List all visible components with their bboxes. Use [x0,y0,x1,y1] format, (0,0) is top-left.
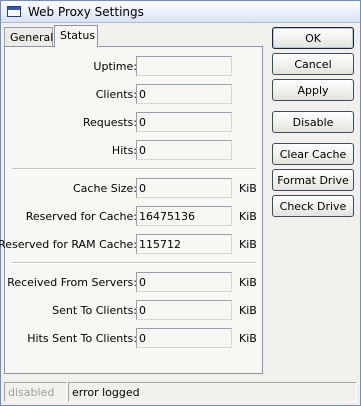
status-state: disabled [4,382,67,402]
hits-field[interactable]: 0 [136,140,232,160]
separator [12,168,256,170]
hits-sent-to-clients-unit: KiB [239,332,257,345]
hits-sent-to-clients-field[interactable]: 0 [136,328,232,348]
requests-field[interactable]: 0 [136,112,232,132]
received-from-servers-field[interactable]: 0 [136,272,232,292]
hits-label: Hits: [111,144,137,157]
uptime-row: Uptime: [5,56,264,76]
requests-label: Requests: [82,116,137,129]
tab-status[interactable]: Status [54,25,98,47]
sent-to-clients-row: Sent To Clients: 0 KiB [5,300,264,320]
tab-general[interactable]: General [4,27,53,46]
cache-size-row: Cache Size: 0 KiB [5,178,264,198]
sent-to-clients-unit: KiB [239,304,257,317]
separator [12,262,256,264]
received-from-servers-row: Received From Servers: 0 KiB [5,272,264,292]
title-bar[interactable]: Web Proxy Settings [1,1,360,23]
cancel-button[interactable]: Cancel [272,53,354,75]
requests-row: Requests: 0 [5,112,264,132]
clients-row: Clients: 0 [5,84,264,104]
disable-button[interactable]: Disable [272,111,354,133]
window-title: Web Proxy Settings [28,5,144,19]
hits-sent-to-clients-label: Hits Sent To Clients: [27,332,137,345]
cache-size-unit: KiB [239,182,257,195]
reserved-for-ram-cache-row: Reserved for RAM Cache: 115712 KiB [0,234,264,254]
reserved-for-ram-cache-label: Reserved for RAM Cache: [0,238,137,251]
reserved-for-ram-cache-field[interactable]: 115712 [136,234,232,254]
reserved-for-cache-row: Reserved for Cache: 16475136 KiB [5,206,264,226]
received-from-servers-label: Received From Servers: [7,276,137,289]
cache-size-field[interactable]: 0 [136,178,232,198]
reserved-for-ram-cache-unit: KiB [239,238,257,251]
ok-button[interactable]: OK [272,27,354,49]
hits-sent-to-clients-row: Hits Sent To Clients: 0 KiB [5,328,264,348]
window-icon [7,6,21,17]
received-from-servers-unit: KiB [239,276,257,289]
sent-to-clients-field[interactable]: 0 [136,300,232,320]
reserved-for-cache-label: Reserved for Cache: [25,210,137,223]
reserved-for-cache-field[interactable]: 16475136 [136,206,232,226]
clear-cache-button[interactable]: Clear Cache [272,143,354,165]
uptime-field[interactable] [136,56,232,76]
status-bar: disabled error logged [1,382,360,405]
clients-field[interactable]: 0 [136,84,232,104]
reserved-for-cache-unit: KiB [239,210,257,223]
status-message: error logged [68,382,357,402]
status-panel: Uptime: Clients: 0 Requests: 0 Hits: 0 C… [0,46,264,374]
format-drive-button[interactable]: Format Drive [272,169,354,191]
sent-to-clients-label: Sent To Clients: [52,304,137,317]
uptime-label: Uptime: [93,60,137,73]
check-drive-button[interactable]: Check Drive [272,195,354,217]
clients-label: Clients: [95,88,137,101]
hits-row: Hits: 0 [5,140,264,160]
apply-button[interactable]: Apply [272,79,354,101]
cache-size-label: Cache Size: [73,182,137,195]
web-proxy-settings-window: Web Proxy Settings General Status Uptime… [0,0,361,406]
